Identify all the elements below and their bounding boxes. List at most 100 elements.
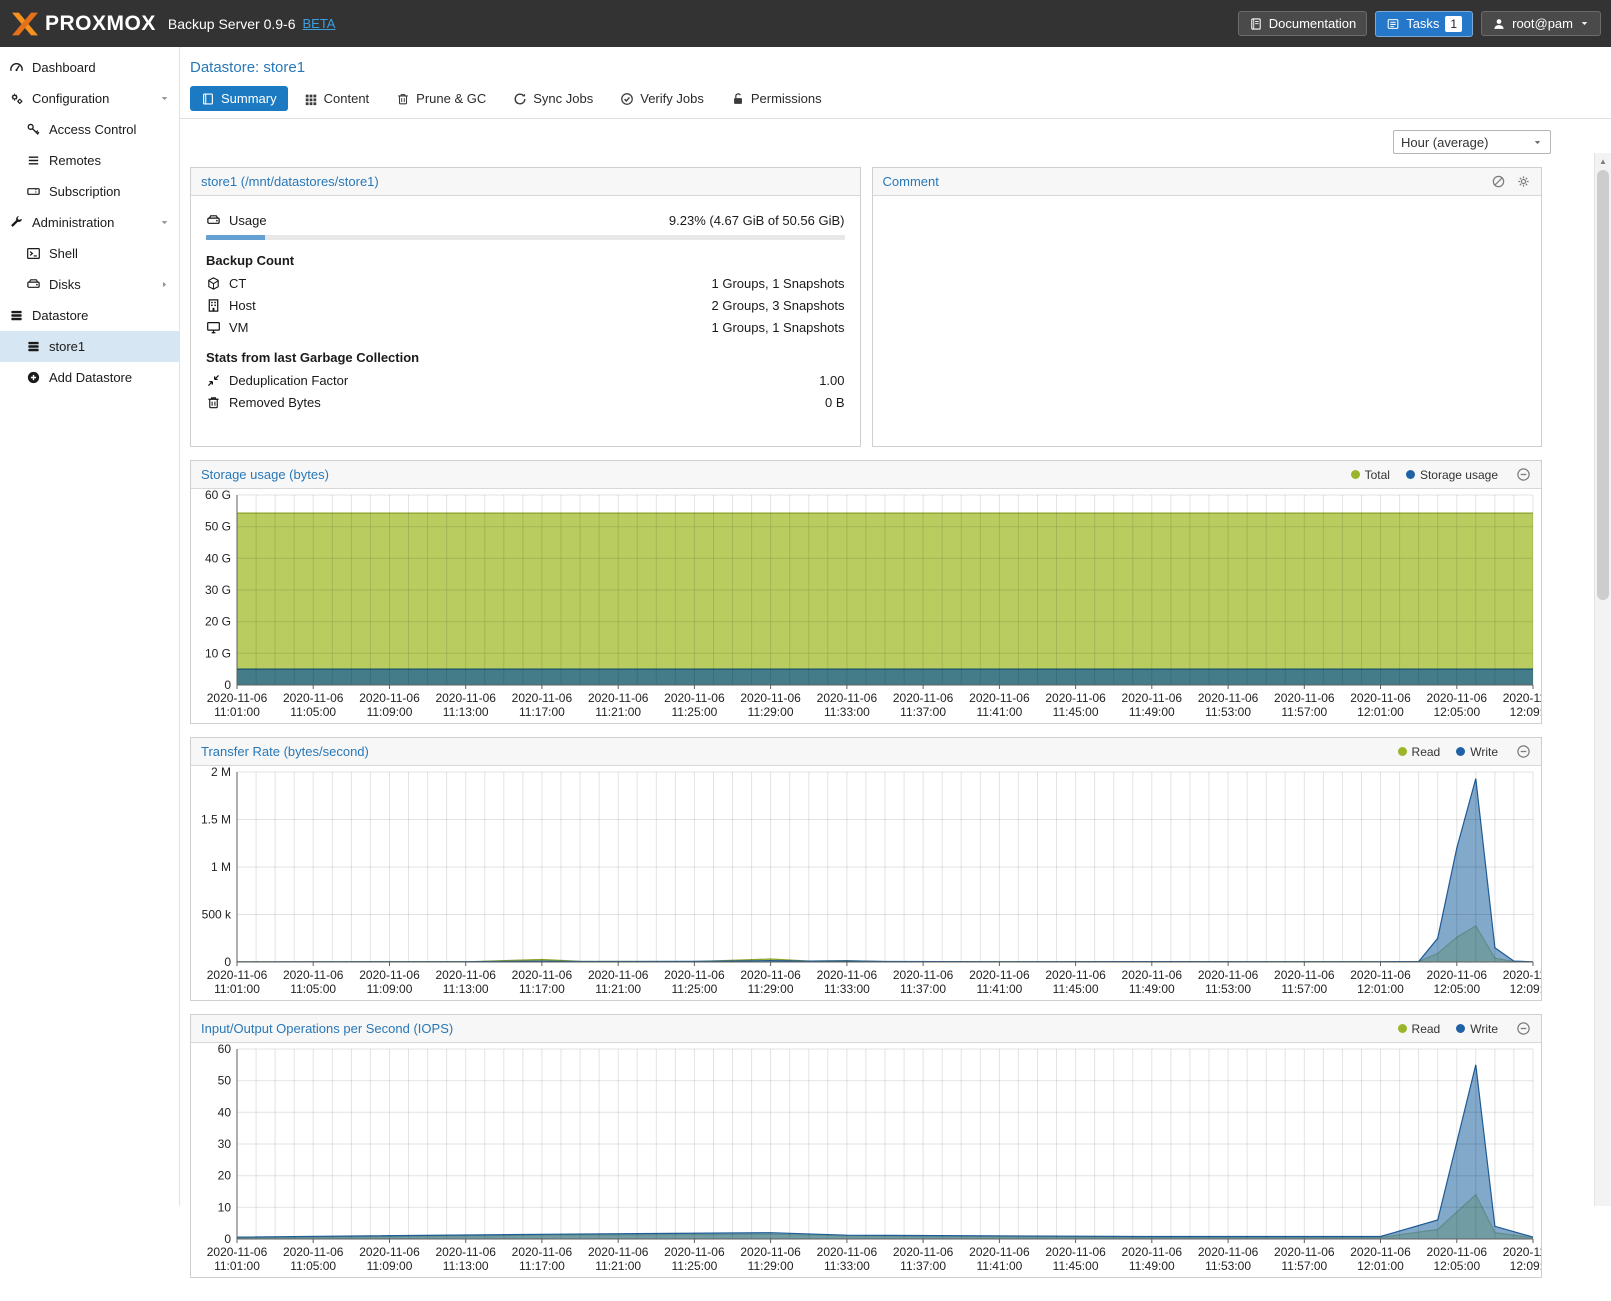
hdd-icon <box>206 213 221 228</box>
tasks-button[interactable]: Tasks 1 <box>1375 11 1473 37</box>
legend-label: Storage usage <box>1420 468 1498 482</box>
legend-item[interactable]: Write <box>1456 1022 1498 1036</box>
tab-prune-gc[interactable]: Prune & GC <box>385 86 497 111</box>
gears-icon <box>9 91 24 106</box>
sidebar-item-access-control[interactable]: Access Control <box>0 114 179 145</box>
gear-icon[interactable] <box>1516 174 1531 189</box>
scroll-up-arrow[interactable]: ▲ <box>1595 153 1611 169</box>
tab-label: Summary <box>221 91 277 106</box>
iops-chart: 01020304050602020-11-0611:01:002020-11-0… <box>191 1043 1541 1277</box>
svg-text:11:49:00: 11:49:00 <box>1129 705 1175 719</box>
collapse-icon[interactable] <box>1516 1021 1531 1036</box>
user-menu-button[interactable]: root@pam <box>1481 11 1601 36</box>
svg-text:11:29:00: 11:29:00 <box>748 705 794 719</box>
svg-text:2020-11-06: 2020-11-06 <box>359 691 420 705</box>
svg-text:11:57:00: 11:57:00 <box>1281 1259 1327 1273</box>
collapse-icon[interactable] <box>1516 467 1531 482</box>
storage-usage-chart: 010 G20 G30 G40 G50 G60 G2020-11-0611:01… <box>191 489 1541 723</box>
legend-item[interactable]: Storage usage <box>1406 468 1498 482</box>
svg-text:2020-11-06: 2020-11-06 <box>1045 691 1106 705</box>
sidebar-item-store1[interactable]: store1 <box>0 331 179 362</box>
svg-text:11:13:00: 11:13:00 <box>443 1259 489 1273</box>
panels-area: store1 (/mnt/datastores/store1) Usage 9.… <box>180 163 1542 1301</box>
svg-text:10 G: 10 G <box>205 646 231 660</box>
removed-bytes-row: Removed Bytes 0 B <box>206 393 845 412</box>
svg-text:11:37:00: 11:37:00 <box>900 1259 946 1273</box>
tab-content[interactable]: Content <box>293 86 381 111</box>
check-circle-icon <box>620 92 634 106</box>
svg-text:11:21:00: 11:21:00 <box>595 1259 641 1273</box>
sidebar-item-dashboard[interactable]: Dashboard <box>0 52 179 83</box>
sidebar-item-configuration[interactable]: Configuration <box>0 83 179 114</box>
chevron-right-icon[interactable] <box>159 279 170 290</box>
legend-item[interactable]: Read <box>1398 1022 1441 1036</box>
collapse-icon[interactable] <box>1516 744 1531 759</box>
svg-text:2020-11-06: 2020-11-06 <box>1045 1245 1106 1259</box>
chart-toolbar: Hour (average) <box>180 119 1611 163</box>
svg-text:2020-11-06: 2020-11-06 <box>1350 691 1411 705</box>
svg-text:1.5 M: 1.5 M <box>201 813 231 827</box>
sidebar-item-label: Remotes <box>49 153 101 168</box>
timeframe-select[interactable]: Hour (average) <box>1393 130 1551 154</box>
svg-text:2020-11-06: 2020-11-06 <box>969 1245 1030 1259</box>
sidebar-item-label: Shell <box>49 246 78 261</box>
tasks-list-icon <box>1386 17 1400 31</box>
legend-item[interactable]: Write <box>1456 745 1498 759</box>
svg-text:11:33:00: 11:33:00 <box>824 705 870 719</box>
ticket-icon <box>26 184 41 199</box>
tab-summary[interactable]: Summary <box>190 86 288 111</box>
circle-slash-icon[interactable] <box>1491 174 1506 189</box>
svg-text:11:37:00: 11:37:00 <box>900 982 946 996</box>
chevron-down-icon[interactable] <box>159 93 170 104</box>
storage-usage-panel: Storage usage (bytes) TotalStorage usage… <box>190 460 1542 724</box>
sidebar-item-shell[interactable]: Shell <box>0 238 179 269</box>
usage-row: Usage 9.23% (4.67 GiB of 50.56 GiB) <box>206 211 845 230</box>
sidebar-item-datastore[interactable]: Datastore <box>0 300 179 331</box>
svg-text:2020-11-06: 2020-11-06 <box>588 1245 649 1259</box>
svg-text:2020-11-06: 2020-11-06 <box>1350 1245 1411 1259</box>
hdd-icon <box>26 277 41 292</box>
tab-bar: Summary Content Prune & GC Sync Jobs Ver… <box>180 83 1611 119</box>
legend-item[interactable]: Total <box>1351 468 1390 482</box>
tab-label: Sync Jobs <box>533 91 593 106</box>
vertical-scrollbar[interactable]: ▲ <box>1594 153 1611 1206</box>
sidebar-item-remotes[interactable]: Remotes <box>0 145 179 176</box>
chevron-down-icon[interactable] <box>159 217 170 228</box>
tab-permissions[interactable]: Permissions <box>720 86 833 111</box>
legend-item[interactable]: Read <box>1398 745 1441 759</box>
vm-row: VM 1 Groups, 1 Snapshots <box>206 318 845 337</box>
chart-legend: Read Write <box>1398 745 1498 759</box>
svg-text:11:25:00: 11:25:00 <box>671 705 717 719</box>
sidebar-item-administration[interactable]: Administration <box>0 207 179 238</box>
scrollbar-thumb[interactable] <box>1597 170 1609 600</box>
usage-progressbar <box>206 235 845 240</box>
svg-text:2020-11-06: 2020-11-06 <box>1503 968 1541 982</box>
beta-link[interactable]: BETA <box>302 16 335 31</box>
svg-text:11:41:00: 11:41:00 <box>976 705 1022 719</box>
dedup-value: 1.00 <box>819 373 844 388</box>
tab-sync-jobs[interactable]: Sync Jobs <box>502 86 604 111</box>
panel-title: Transfer Rate (bytes/second) <box>201 744 369 759</box>
tab-verify-jobs[interactable]: Verify Jobs <box>609 86 715 111</box>
sidebar-item-add-datastore[interactable]: Add Datastore <box>0 362 179 393</box>
documentation-button[interactable]: Documentation <box>1238 11 1367 36</box>
svg-text:11:45:00: 11:45:00 <box>1053 982 1099 996</box>
svg-text:2020-11-06: 2020-11-06 <box>1274 968 1335 982</box>
svg-text:12:09:00: 12:09:00 <box>1510 982 1541 996</box>
app-header: PROXMOX Backup Server 0.9-6 BETA Documen… <box>0 0 1611 47</box>
sidebar-item-label: Administration <box>32 215 114 230</box>
svg-text:2020-11-06: 2020-11-06 <box>283 691 344 705</box>
legend-dot <box>1398 1024 1407 1033</box>
svg-text:20 G: 20 G <box>205 615 231 629</box>
host-row: Host 2 Groups, 3 Snapshots <box>206 296 845 315</box>
svg-text:11:53:00: 11:53:00 <box>1205 982 1251 996</box>
sidebar-item-disks[interactable]: Disks <box>0 269 179 300</box>
list-icon <box>26 153 41 168</box>
compress-icon <box>206 373 221 388</box>
svg-text:0: 0 <box>224 678 231 692</box>
svg-text:60 G: 60 G <box>205 489 231 502</box>
sidebar-item-label: Configuration <box>32 91 109 106</box>
tab-label: Permissions <box>751 91 822 106</box>
sidebar-item-subscription[interactable]: Subscription <box>0 176 179 207</box>
svg-text:2020-11-06: 2020-11-06 <box>1122 691 1183 705</box>
